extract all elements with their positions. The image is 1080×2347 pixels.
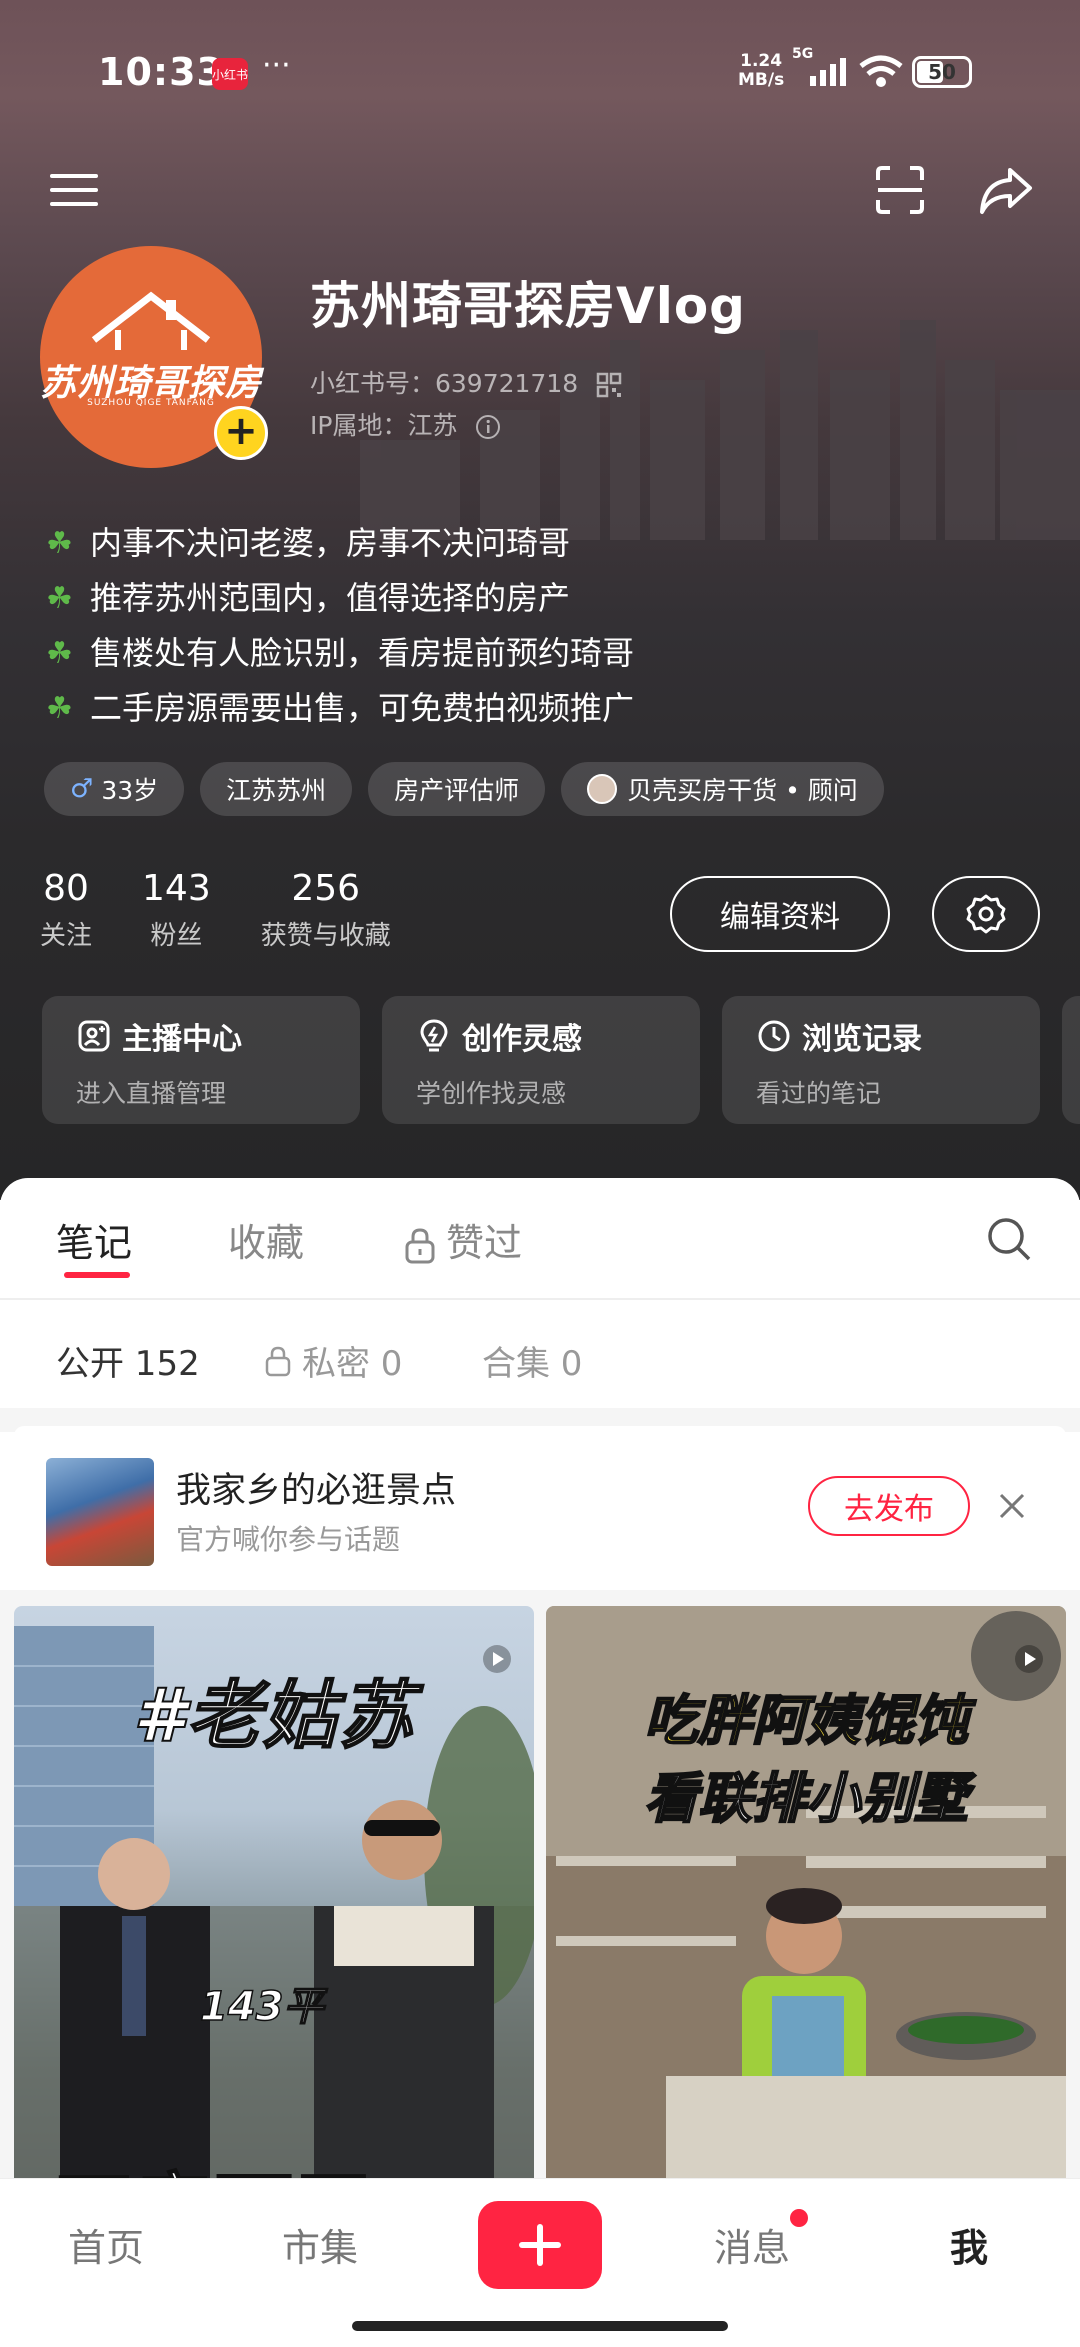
more-notifications-icon: ··· xyxy=(262,48,291,83)
profile-bio: ☘ 内事不决问老婆，房事不决问琦哥 ☘ 推荐苏州范围内，值得选择的房产 ☘ 售楼处有人… xyxy=(46,516,634,736)
card-creative-inspiration[interactable]: 创作灵感 学创作找灵感 xyxy=(382,996,700,1124)
profile-stats: 80 关注 143 粉丝 256 获赞与收藏 xyxy=(40,868,441,952)
gear-icon xyxy=(966,894,1006,934)
house-logo-icon xyxy=(91,291,211,350)
create-note-button[interactable] xyxy=(478,2201,602,2289)
nav-home[interactable]: 首页 xyxy=(68,2217,144,2272)
content-tabs: 笔记 收藏 赞过 xyxy=(0,1178,1080,1298)
content-sheet: 笔记 收藏 赞过 公开 152 私密 0 合集 0 我家乡的必逛景点 官方喊你参… xyxy=(0,1178,1080,2347)
filter-public[interactable]: 公开 152 xyxy=(56,1336,200,1385)
stat-likes-and-saves[interactable]: 256 获赞与收藏 xyxy=(261,868,391,952)
note-card[interactable]: #老姑苏 143平 四房两卫 xyxy=(14,1606,534,2186)
status-bar: 10:33 小红书 ··· 1.24 MB/s 5G 50 xyxy=(0,44,1080,104)
tag-location[interactable]: 江苏苏州 xyxy=(200,762,353,816)
qr-code-icon[interactable] xyxy=(596,372,622,398)
male-icon: ♂ xyxy=(70,774,94,804)
nav-messages[interactable]: 消息 xyxy=(714,2217,790,2272)
add-story-button[interactable]: + xyxy=(214,406,268,460)
filter-albums[interactable]: 合集 0 xyxy=(482,1336,582,1385)
bottom-navigation: 首页 市集 消息 我 xyxy=(0,2178,1080,2347)
tag-organization[interactable]: 贝壳买房干货 • 顾问 xyxy=(561,762,884,816)
video-play-icon xyxy=(1015,1645,1043,1673)
profile-id[interactable]: 小红书号：639721718 xyxy=(310,364,622,400)
profile-name: 苏州琦哥探房Vlog xyxy=(310,277,746,335)
topic-title: 我家乡的必逛景点 xyxy=(176,1471,457,1511)
profile-ip-location: IP属地：江苏 xyxy=(310,406,501,442)
nav-market[interactable]: 市集 xyxy=(282,2217,358,2272)
net-speed: 1.24 MB/s xyxy=(738,51,785,90)
live-user-icon xyxy=(78,1020,110,1052)
tab-collections[interactable]: 收藏 xyxy=(228,1212,304,1267)
profile-ip-text: IP属地：江苏 xyxy=(310,411,458,440)
org-avatar xyxy=(587,774,618,804)
lock-icon xyxy=(405,1227,435,1263)
card-more-stub[interactable] xyxy=(1062,996,1080,1124)
clock-icon xyxy=(758,1020,790,1052)
profile-tags: ♂ 33岁 江苏苏州 房产评估师 贝壳买房干货 • 顾问 xyxy=(44,762,884,816)
info-icon[interactable] xyxy=(475,414,501,440)
settings-button[interactable] xyxy=(932,876,1040,952)
active-tab-indicator xyxy=(64,1272,130,1278)
topic-thumbnail xyxy=(46,1458,154,1566)
note-filter-tabs: 公开 152 私密 0 合集 0 xyxy=(0,1298,1080,1408)
scan-icon[interactable] xyxy=(870,160,930,220)
publish-button[interactable]: 去发布 xyxy=(808,1476,970,1536)
lock-icon xyxy=(265,1346,291,1376)
clover-icon: ☘ xyxy=(46,636,73,671)
search-icon[interactable] xyxy=(984,1214,1034,1264)
stat-following[interactable]: 80 关注 xyxy=(40,868,92,952)
notes-feed: #老姑苏 143平 四房两卫 吃胖阿姨馄饨 看联排小别墅 xyxy=(0,1606,1080,2186)
avatar[interactable]: 苏州琦哥探房 SUZHOU QIGE TANFANG + xyxy=(40,246,268,468)
clover-icon: ☘ xyxy=(46,526,73,561)
share-icon[interactable] xyxy=(976,160,1036,220)
feature-cards: 主播中心 进入直播管理 创作灵感 学创作找灵感 浏览记录 看过的笔记 xyxy=(42,996,1080,1124)
battery-icon: 50 xyxy=(912,56,972,88)
tab-liked[interactable]: 赞过 xyxy=(404,1212,522,1267)
card-live-center[interactable]: 主播中心 进入直播管理 xyxy=(42,996,360,1124)
stat-followers[interactable]: 143 粉丝 xyxy=(142,868,211,952)
status-time: 10:33 xyxy=(98,50,224,94)
bio-line: ☘ 售楼处有人脸识别，看房提前预约琦哥 xyxy=(46,626,634,681)
signal-icon xyxy=(810,58,846,86)
note-caption-line1: 吃胖阿姨馄饨 xyxy=(643,1688,969,1753)
bio-line: ☘ 内事不决问老婆，房事不决问琦哥 xyxy=(46,516,634,571)
tab-notes[interactable]: 笔记 xyxy=(56,1212,132,1267)
note-caption-area: 143平 xyxy=(199,1983,324,2031)
nav-me[interactable]: 我 xyxy=(950,2217,988,2272)
close-icon[interactable] xyxy=(996,1490,1028,1522)
app-notification-badge: 小红书 xyxy=(212,58,248,90)
note-caption: #老姑苏 xyxy=(132,1672,415,1760)
tag-job[interactable]: 房产评估师 xyxy=(368,762,546,816)
topic-subtitle: 官方喊你参与话题 xyxy=(176,1523,401,1556)
plus-icon xyxy=(519,2224,561,2266)
wifi-icon xyxy=(859,55,903,87)
clover-icon: ☘ xyxy=(46,691,73,726)
lightbulb-icon xyxy=(420,1019,448,1052)
menu-icon[interactable] xyxy=(44,160,104,220)
bio-line: ☘ 推荐苏州范围内，值得选择的房产 xyxy=(46,571,634,626)
filter-private[interactable]: 私密 0 xyxy=(264,1336,402,1385)
bio-line: ☘ 二手房源需要出售，可免费拍视频推广 xyxy=(46,681,634,736)
edit-profile-button[interactable]: 编辑资料 xyxy=(670,876,890,952)
clover-icon: ☘ xyxy=(46,581,73,616)
avatar-logo-sub: SUZHOU QIGE TANFANG xyxy=(87,398,215,408)
tag-age[interactable]: ♂ 33岁 xyxy=(44,762,185,816)
home-indicator[interactable] xyxy=(352,2321,728,2331)
note-card[interactable]: 吃胖阿姨馄饨 看联排小别墅 xyxy=(546,1606,1066,2186)
topic-prompt-card[interactable]: 我家乡的必逛景点 官方喊你参与话题 去发布 xyxy=(14,1426,1066,1590)
card-browse-history[interactable]: 浏览记录 看过的笔记 xyxy=(722,996,1040,1124)
battery-level: 50 xyxy=(928,60,956,84)
video-play-icon xyxy=(483,1645,511,1673)
note-caption-line2: 看联排小别墅 xyxy=(643,1766,969,1831)
profile-header: 10:33 小红书 ··· 1.24 MB/s 5G 50 苏州琦哥探房 SUZ… xyxy=(0,0,1080,1200)
unread-dot xyxy=(790,2209,808,2227)
profile-id-text: 小红书号：639721718 xyxy=(310,369,579,398)
